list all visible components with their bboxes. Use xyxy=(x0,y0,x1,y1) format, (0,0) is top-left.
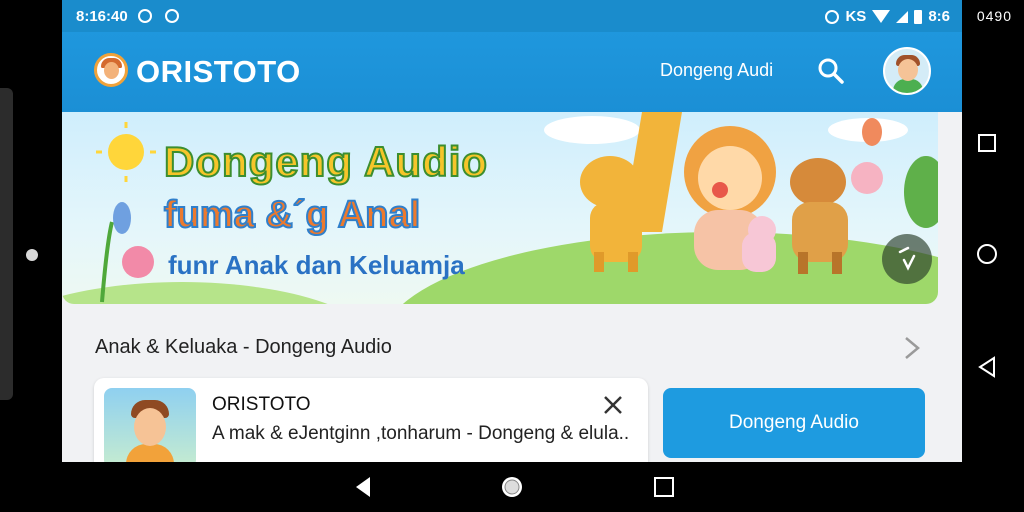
back-icon[interactable] xyxy=(974,354,1000,380)
card-thumbnail xyxy=(104,388,196,462)
status-right: KS 8:6 xyxy=(825,8,950,25)
status-bar: 8:16:40 KS 8:6 xyxy=(62,0,962,32)
home-icon[interactable] xyxy=(499,474,525,500)
right-system-nav xyxy=(962,0,1024,512)
search-icon[interactable] xyxy=(816,56,846,86)
banner-tagline: funr Anak dan Keluamja xyxy=(168,250,465,280)
app-title: ORISTOTO xyxy=(136,54,301,89)
wifi-icon xyxy=(872,10,891,23)
avatar[interactable] xyxy=(883,47,931,95)
section-title: Anak & Keluaka - Dongeng Audio xyxy=(95,336,392,358)
notification-icon xyxy=(138,9,152,23)
close-icon[interactable] xyxy=(602,394,624,416)
alarm-icon xyxy=(825,9,840,24)
battery-level: 8:6 xyxy=(928,8,950,25)
hero-banner[interactable]: Dongeng Audio fuma &´g Anal funr Anak da… xyxy=(62,112,938,304)
banner-title: Dongeng Audio xyxy=(163,137,489,186)
phone-side-button xyxy=(0,88,13,400)
chevron-right-icon[interactable] xyxy=(898,334,924,362)
banner-subtitle: fuma &´g Anal xyxy=(163,193,421,237)
back-icon[interactable] xyxy=(350,474,376,500)
dongeng-audio-button[interactable]: Dongeng Audio xyxy=(663,388,925,458)
phone-camera-dot xyxy=(26,249,38,261)
home-icon[interactable] xyxy=(974,241,1000,267)
status-network-label: KS xyxy=(845,8,867,25)
notification-icon xyxy=(165,9,179,23)
recents-icon[interactable] xyxy=(651,474,677,500)
app-bar: ORISTOTO Dongeng Audi xyxy=(62,32,962,112)
audio-card[interactable]: ORISTOTO A mak & eJentginn ,tonharum - D… xyxy=(94,378,648,462)
card-title: ORISTOTO xyxy=(212,394,311,415)
app-logo-icon xyxy=(94,53,128,87)
banner-next-button[interactable] xyxy=(882,234,932,284)
signal-icon xyxy=(896,10,909,23)
status-time: 8:16:40 xyxy=(76,8,128,25)
app-screen: 8:16:40 KS 8:6 ORISTOTO Dongeng Audi Don… xyxy=(62,0,962,462)
card-subtitle: A mak & eJentginn ,tonharum - Dongeng & … xyxy=(212,423,630,444)
bottom-system-nav xyxy=(62,462,962,512)
battery-icon xyxy=(914,9,923,24)
recents-icon[interactable] xyxy=(974,130,1000,156)
nav-link-dongeng-audio[interactable]: Dongeng Audi xyxy=(660,60,773,81)
